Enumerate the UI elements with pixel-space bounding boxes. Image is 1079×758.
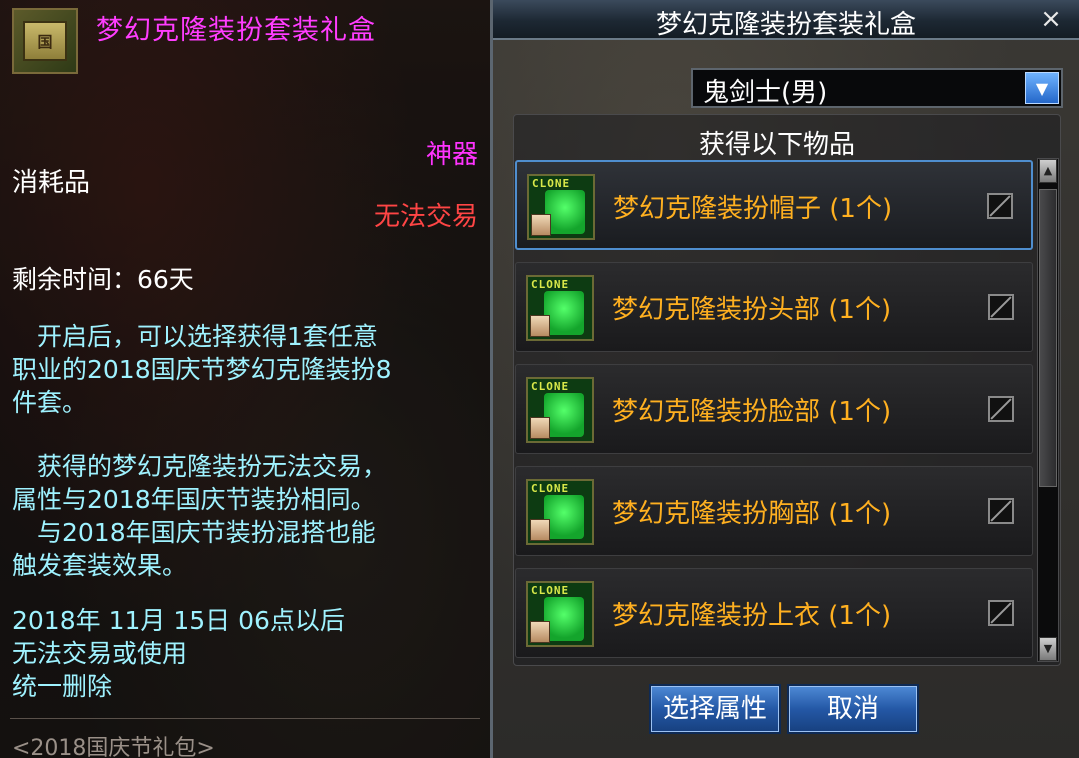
list-item[interactable]: CLONE 梦幻克隆装扮头部 (1个): [515, 262, 1033, 352]
description-line: 属性与2018年国庆节装扮相同。: [12, 485, 376, 514]
remaining-time: 剩余时间：66天: [12, 265, 194, 294]
description-line: 与2018年国庆节装扮混搭也能: [12, 518, 376, 547]
class-select[interactable]: 鬼剑士(男) ▼: [691, 68, 1063, 108]
description-expiry: 2018年 11月 15日 06点以后 无法交易或使用 统一删除: [12, 604, 482, 703]
gift-box-icon: 国: [12, 8, 78, 74]
item-list-header: 获得以下物品: [698, 130, 855, 160]
item-name: 梦幻克隆装扮帽子 (1个): [613, 194, 893, 224]
divider: [10, 718, 480, 719]
clone-label: CLONE: [531, 584, 570, 597]
item-name: 梦幻克隆装扮胸部 (1个): [612, 499, 892, 529]
description-line: 获得的梦幻克隆装扮无法交易，: [12, 452, 388, 481]
trade-status: 无法交易: [373, 202, 478, 232]
close-icon[interactable]: ×: [1037, 4, 1065, 34]
item-name: 梦幻克隆装扮脸部 (1个): [612, 397, 892, 427]
clone-label: CLONE: [531, 380, 570, 393]
description-line: 统一删除: [12, 672, 113, 701]
item-list-scrollbar[interactable]: ▲ ▼: [1037, 158, 1059, 662]
scroll-up-icon[interactable]: ▲: [1039, 159, 1057, 183]
description-line: 开启后，可以选择获得1套任意: [12, 322, 378, 351]
list-item[interactable]: CLONE 梦幻克隆装扮帽子 (1个): [515, 160, 1033, 250]
cancel-button[interactable]: 取消: [787, 684, 919, 734]
dialog-titlebar[interactable]: 梦幻克隆装扮套装礼盒 ×: [493, 0, 1079, 40]
item-checkbox[interactable]: [988, 396, 1014, 422]
item-checkbox[interactable]: [987, 193, 1013, 219]
clone-label: CLONE: [532, 177, 571, 190]
chevron-down-icon[interactable]: ▼: [1025, 72, 1059, 104]
clone-label: CLONE: [531, 482, 570, 495]
description-attributes: 获得的梦幻克隆装扮无法交易， 属性与2018年国庆节装扮相同。 与2018年国庆…: [12, 450, 482, 582]
list-item[interactable]: CLONE 梦幻克隆装扮脸部 (1个): [515, 364, 1033, 454]
description-line: 触发套装效果。: [12, 551, 188, 580]
dialog-title: 梦幻克隆装扮套装礼盒: [655, 10, 916, 40]
clone-costume-icon: CLONE: [526, 479, 594, 545]
package-name: <2018国庆节礼包>: [12, 736, 215, 758]
gift-box-dialog: 梦幻克隆装扮套装礼盒 × 鬼剑士(男) ▼ 获得以下物品 CLONE 梦幻克隆装…: [490, 0, 1079, 758]
clone-costume-icon: CLONE: [526, 377, 594, 443]
select-attribute-button[interactable]: 选择属性: [649, 684, 781, 734]
gift-box-icon-label: 国: [23, 21, 67, 61]
description-line: 件套。: [12, 388, 88, 417]
clone-costume-icon: CLONE: [526, 581, 594, 647]
item-name: 梦幻克隆装扮头部 (1个): [612, 295, 892, 325]
item-tooltip: 国 梦幻克隆装扮套装礼盒 神器 消耗品 无法交易 剩余时间：66天 开启后，可以…: [0, 0, 490, 758]
item-checkbox[interactable]: [988, 498, 1014, 524]
list-item[interactable]: CLONE 梦幻克隆装扮胸部 (1个): [515, 466, 1033, 556]
description-line: 无法交易或使用: [12, 639, 188, 668]
item-rarity: 神器: [425, 140, 478, 170]
class-select-value: 鬼剑士(男): [703, 78, 828, 108]
item-checkbox[interactable]: [988, 294, 1014, 320]
description-open: 开启后，可以选择获得1套任意 职业的2018国庆节梦幻克隆装扮8 件套。: [12, 320, 482, 419]
item-name: 梦幻克隆装扮上衣 (1个): [612, 601, 892, 631]
clone-label: CLONE: [531, 278, 570, 291]
clone-costume-icon: CLONE: [526, 275, 594, 341]
list-item[interactable]: CLONE 梦幻克隆装扮上衣 (1个): [515, 568, 1033, 658]
description-line: 职业的2018国庆节梦幻克隆装扮8: [12, 355, 392, 384]
item-type: 消耗品: [12, 168, 91, 198]
description-line: 2018年 11月 15日 06点以后: [12, 606, 345, 635]
scrollbar-thumb[interactable]: [1039, 189, 1057, 487]
item-title: 梦幻克隆装扮套装礼盒: [96, 15, 376, 46]
item-checkbox[interactable]: [988, 600, 1014, 626]
clone-costume-icon: CLONE: [527, 174, 595, 240]
scroll-down-icon[interactable]: ▼: [1039, 637, 1057, 661]
